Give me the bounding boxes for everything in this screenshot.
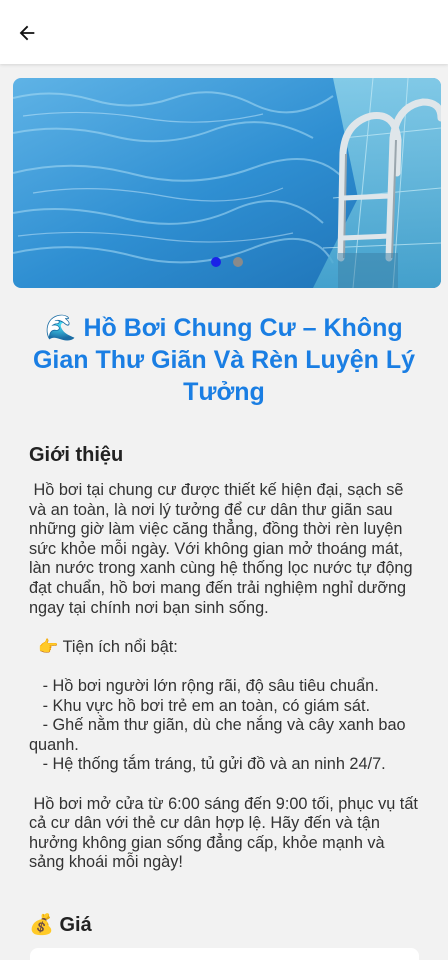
price-heading-text: Giá (59, 914, 92, 936)
wave-icon: 🌊 (45, 314, 77, 342)
money-bag-icon: 💰 (29, 914, 54, 936)
carousel-dot-active[interactable] (211, 257, 221, 267)
carousel-dot[interactable] (233, 257, 243, 267)
intro-body: Hồ bơi tại chung cư được thiết kế hiện đ… (29, 481, 418, 872)
price-heading: 💰 Giá (29, 912, 92, 937)
image-carousel[interactable] (13, 78, 441, 288)
price-card (30, 948, 419, 960)
carousel-indicators (13, 257, 441, 267)
intro-heading: Giới thiệu (29, 444, 124, 466)
arrow-left-icon (19, 25, 35, 41)
back-button[interactable] (12, 18, 42, 48)
page-title: 🌊 Hồ Bơi Chung Cư – Không Gian Thư Giãn … (24, 312, 424, 408)
page-title-text: Hồ Bơi Chung Cư – Không Gian Thư Giãn Và… (32, 314, 416, 406)
app-bar (0, 0, 448, 64)
